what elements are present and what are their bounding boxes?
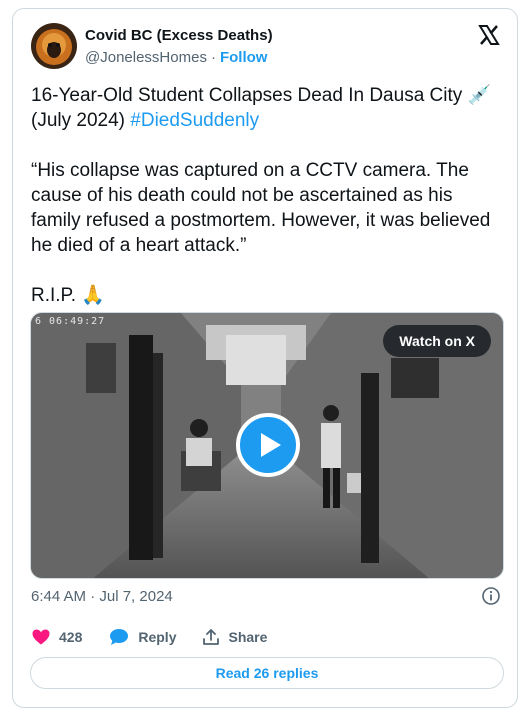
action-bar: 428 Reply Share xyxy=(31,625,293,649)
x-logo-icon[interactable] xyxy=(477,23,501,47)
reply-button[interactable]: Reply xyxy=(108,627,176,647)
reply-label: Reply xyxy=(138,629,177,645)
hashtag-link[interactable]: #DiedSuddenly xyxy=(130,110,259,131)
tweet-quote: “His collapse was captured on a CCTV cam… xyxy=(31,160,496,256)
play-icon[interactable] xyxy=(236,413,300,477)
author-handle-row: @JonelessHomes · Follow xyxy=(85,49,267,66)
like-button[interactable]: 428 xyxy=(31,627,82,647)
share-label: Share xyxy=(228,629,268,645)
video-player[interactable]: 6 06:49:27 Watch on X xyxy=(30,312,504,579)
share-button[interactable]: Share xyxy=(202,628,267,646)
tweet-line-2-prefix: (July 2024) xyxy=(31,110,131,131)
separator-dot: · xyxy=(210,49,216,66)
follow-button[interactable]: Follow xyxy=(220,49,268,66)
read-replies-button[interactable]: Read 26 replies xyxy=(30,657,504,689)
tweet-rip: R.I.P. 🙏 xyxy=(31,285,105,306)
info-icon[interactable] xyxy=(481,586,501,606)
heart-icon xyxy=(32,629,50,645)
cctv-timestamp: 6 06:49:27 xyxy=(35,316,106,327)
tweet-timestamp[interactable]: 6:44 AM · Jul 7, 2024 xyxy=(31,588,173,605)
author-display-name[interactable]: Covid BC (Excess Deaths) xyxy=(85,27,273,44)
tweet-text: 16-Year-Old Student Collapses Dead In Da… xyxy=(31,83,505,308)
share-icon xyxy=(203,629,220,645)
avatar[interactable] xyxy=(31,23,77,69)
like-count: 428 xyxy=(59,629,83,645)
author-handle[interactable]: @JonelessHomes xyxy=(85,49,207,66)
tweet-line-1: 16-Year-Old Student Collapses Dead In Da… xyxy=(31,85,492,106)
reply-bubble-icon xyxy=(110,629,129,645)
tweet-card: Covid BC (Excess Deaths) @JonelessHomes ·… xyxy=(12,8,518,708)
watch-on-x-button[interactable]: Watch on X xyxy=(383,325,491,357)
